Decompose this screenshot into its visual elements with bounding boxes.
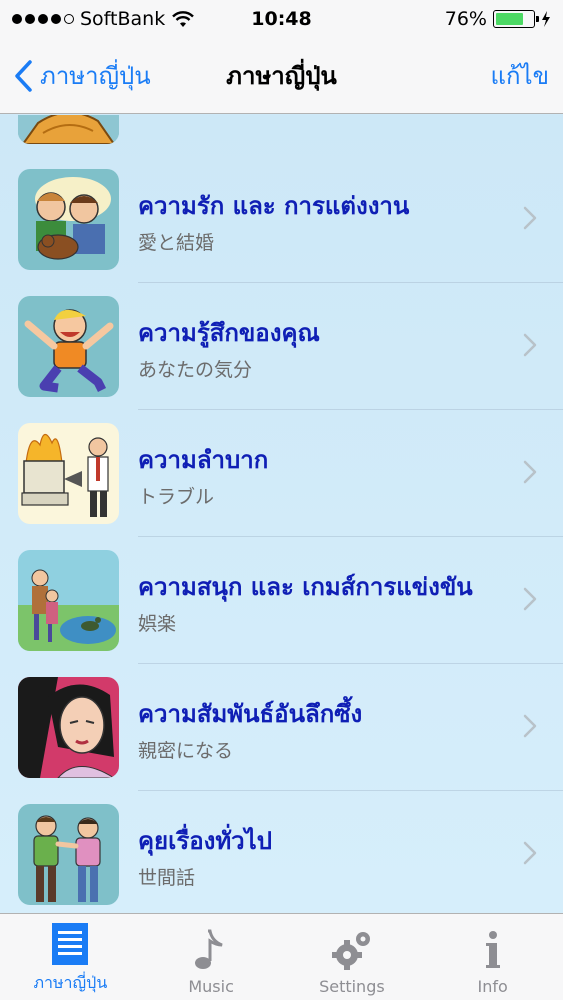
partial-topic-thumbnail: [18, 115, 119, 144]
tab-music[interactable]: Music: [141, 914, 282, 1000]
topic-title: คุยเรื่องทั่วไป: [138, 827, 272, 855]
wifi-icon: [172, 11, 195, 27]
status-right: 76%: [351, 8, 551, 30]
love-marriage-illustration: [18, 169, 119, 270]
back-button[interactable]: ภาษาญี่ปุ่น: [12, 56, 151, 95]
list-item[interactable]: ความสัมพันธ์อันลึกซึ้ง 親密になる: [0, 664, 563, 791]
tab-label: ภาษาญี่ปุ่น: [33, 973, 108, 992]
battery-icon: [492, 10, 539, 28]
topic-subtitle: トラブル: [138, 486, 215, 508]
edit-button[interactable]: แก้ไข: [491, 56, 549, 95]
gear-icon: [331, 932, 370, 970]
topic-subtitle: 世間話: [138, 867, 196, 889]
topic-subtitle: 愛と結婚: [138, 232, 215, 254]
list-item[interactable]: ความลำบาก トラブル: [0, 410, 563, 537]
topic-subtitle: あなたの気分: [138, 359, 253, 381]
topic-title: ความสัมพันธ์อันลึกซึ้ง: [138, 700, 363, 728]
status-time: 10:48: [251, 8, 312, 30]
status-bar: SoftBank 10:48 76%: [0, 0, 563, 38]
chevron-left-icon: [15, 59, 32, 92]
chevron-right-icon: [523, 714, 537, 738]
family-park-illustration: [18, 550, 119, 651]
topic-list[interactable]: ความรัก และ การแต่งงาน 愛と結婚 ความรู้สึกขอ…: [0, 115, 563, 913]
tab-settings[interactable]: Settings: [282, 914, 423, 1000]
music-note-icon: [195, 929, 223, 969]
navigation-bar: ภาษาญี่ปุ่น ภาษาญี่ปุ่น แก้ไข: [0, 38, 563, 114]
chevron-right-icon: [523, 333, 537, 357]
happy-boy-illustration: [18, 296, 119, 397]
signal-strength-icon: [12, 14, 74, 24]
tab-info[interactable]: Info: [422, 914, 563, 1000]
list-item[interactable]: คุยเรื่องทั่วไป 世間話: [0, 791, 563, 913]
tab-label: Settings: [319, 977, 385, 996]
chevron-right-icon: [523, 460, 537, 484]
list-icon: [52, 923, 89, 965]
topic-subtitle: 娯楽: [138, 613, 177, 635]
charging-bolt-icon: [541, 11, 550, 27]
intimate-couple-illustration: [18, 677, 119, 778]
back-button-label: ภาษาญี่ปุ่น: [40, 62, 151, 90]
battery-percent: 76%: [444, 8, 487, 30]
topic-title: ความลำบาก: [138, 446, 269, 474]
info-icon: [485, 931, 500, 968]
battery-fill: [495, 13, 524, 25]
chatting-people-illustration: [18, 804, 119, 905]
chevron-right-icon: [523, 587, 537, 611]
carrier-name: SoftBank: [80, 8, 166, 30]
tab-label: Music: [188, 977, 234, 996]
chevron-right-icon: [523, 206, 537, 230]
status-left: SoftBank: [12, 8, 212, 30]
topic-title: ความสนุก และ เกมส์การแข่งขัน: [138, 573, 473, 601]
tab-bar: ภาษาญี่ปุ่น Music Settings Info: [0, 913, 563, 1000]
topic-title: ความรู้สึกของคุณ: [138, 319, 320, 347]
list-item[interactable]: ความสนุก และ เกมส์การแข่งขัน 娯楽: [0, 537, 563, 664]
tab-japanese[interactable]: ภาษาญี่ปุ่น: [0, 914, 141, 1000]
list-item[interactable]: ความรู้สึกของคุณ あなたの気分: [0, 283, 563, 410]
topic-subtitle: 親密になる: [138, 740, 234, 762]
topic-title: ความรัก และ การแต่งงาน: [138, 192, 410, 220]
burning-computer-illustration: [18, 423, 119, 524]
chevron-right-icon: [523, 841, 537, 865]
tab-label: Info: [477, 977, 508, 996]
list-item[interactable]: ความรัก และ การแต่งงาน 愛と結婚: [0, 156, 563, 283]
